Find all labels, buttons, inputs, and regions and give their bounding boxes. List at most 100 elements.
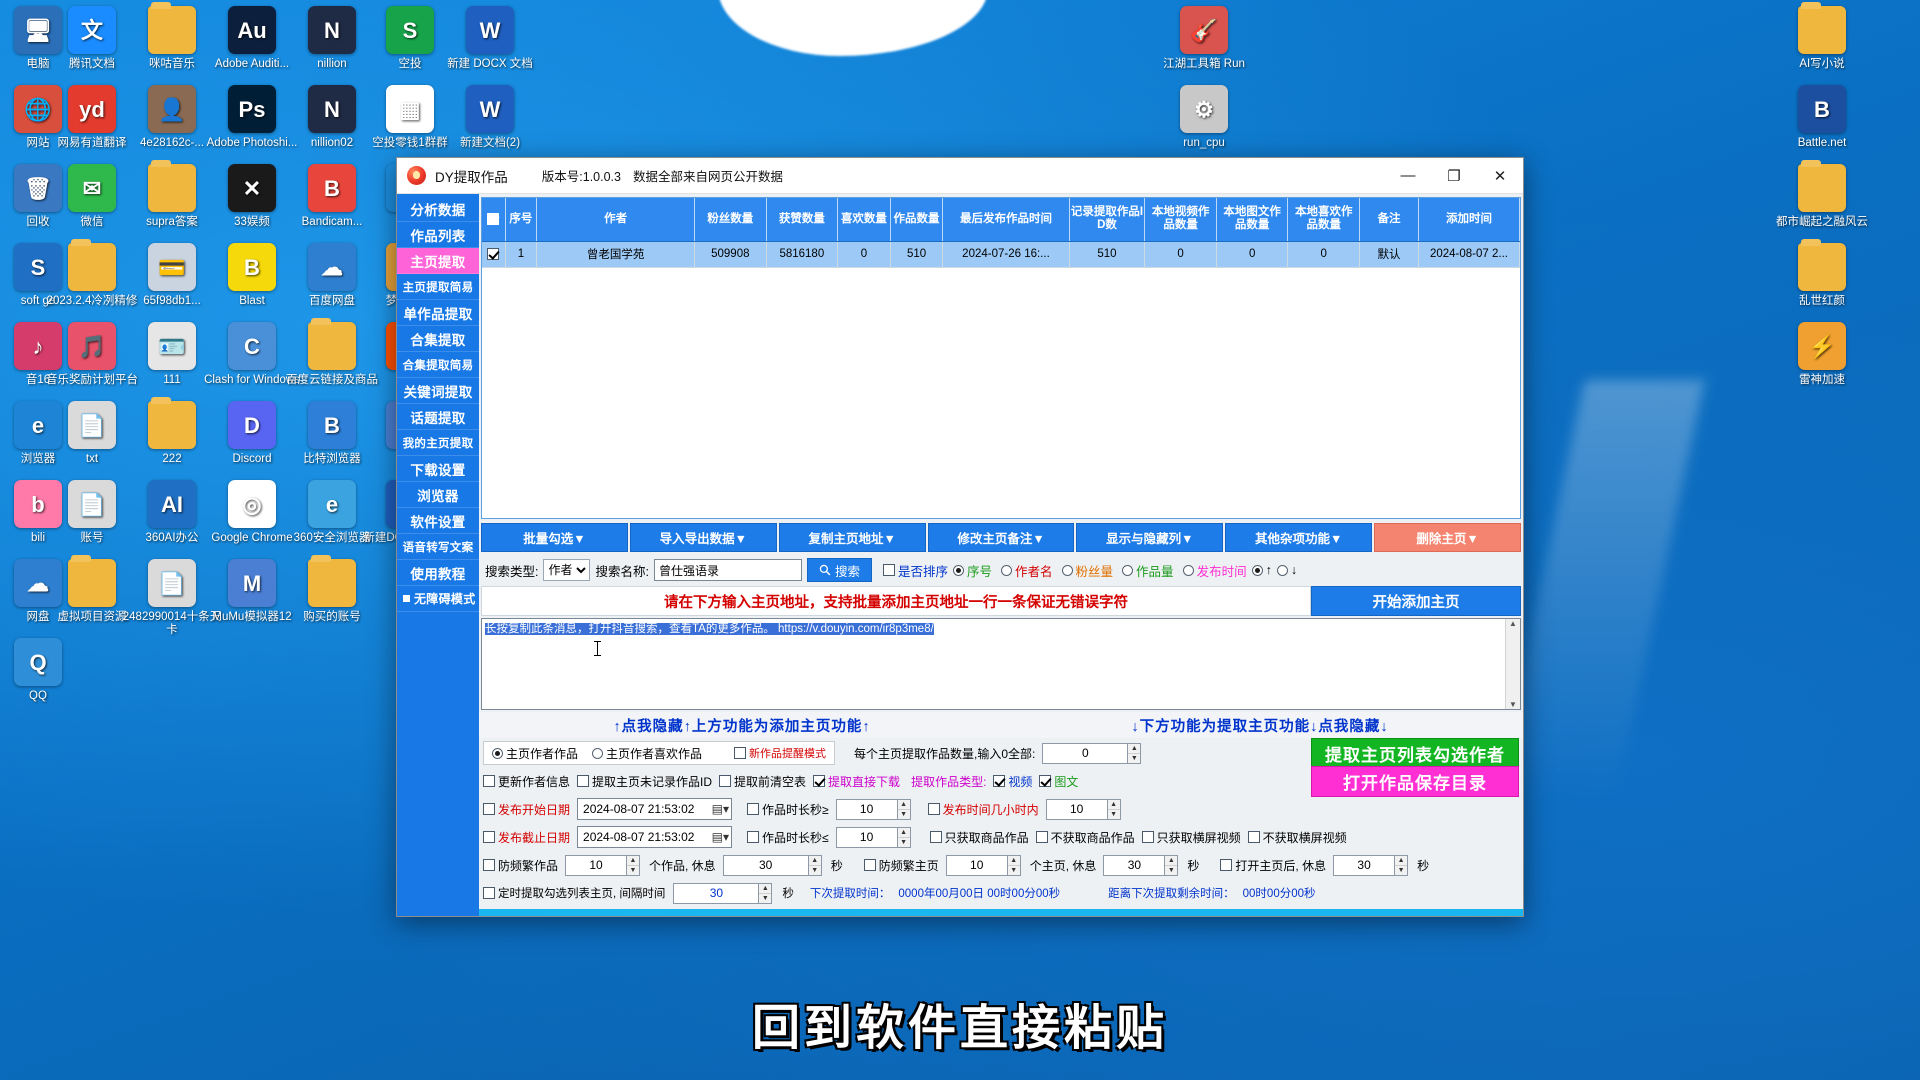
timed-extract-stepper[interactable]: 30 ▲ ▼ — [673, 882, 773, 904]
type-video-checkbox[interactable]: 视频 — [993, 773, 1032, 790]
sidebar-item-9[interactable]: 我的主页提取 — [397, 430, 479, 456]
sort-option-0[interactable]: 序号 — [953, 561, 992, 580]
update-author-info-checkbox[interactable]: 更新作者信息 — [483, 773, 570, 790]
maximize-button[interactable]: ❐ — [1431, 158, 1477, 193]
desktop-icon[interactable]: Q QQ — [0, 638, 90, 703]
desktop-icon[interactable]: 乱世红颜 — [1770, 239, 1874, 308]
minimize-button[interactable]: — — [1385, 158, 1431, 193]
scroll-down-icon[interactable]: ▼ — [1509, 700, 1517, 709]
extract-direct-download-checkbox[interactable]: 提取直接下载 — [813, 773, 900, 790]
toolbar-button-6[interactable]: 删除主页▼ — [1374, 523, 1522, 552]
anti-freq-works-rest-stepper[interactable]: 30 ▲ ▼ — [722, 854, 822, 876]
duration-lte-stepper[interactable]: 10 ▲ ▼ — [835, 826, 911, 848]
sidebar-item-15[interactable]: 无障碍模式 — [397, 586, 479, 612]
scroll-up-icon[interactable]: ▲ — [1509, 619, 1517, 628]
table-header-13[interactable]: 添加时间 — [1418, 198, 1520, 242]
toolbar-button-3[interactable]: 修改主页备注▼ — [927, 523, 1075, 552]
spinner-icon[interactable]: ▲ ▼ — [896, 826, 911, 848]
mode-author-likes-radio[interactable]: 主页作者喜欢作品 — [592, 745, 702, 762]
no-goods-checkbox[interactable]: 不获取商品作品 — [1035, 829, 1135, 846]
table-header-8[interactable]: 记录提取作品ID数 — [1069, 198, 1146, 242]
toolbar-button-2[interactable]: 复制主页地址▼ — [778, 523, 926, 552]
search-button[interactable]: 搜索 — [806, 558, 872, 582]
table-header-9[interactable]: 本地视频作品数量 — [1144, 198, 1217, 242]
per-home-count-value[interactable]: 0 ▲ ▼ — [1042, 742, 1142, 764]
sidebar-item-4[interactable]: 单作品提取 — [397, 300, 479, 326]
anti-freq-homes-count[interactable]: 10 ▲ ▼ — [945, 854, 1021, 876]
desktop-icon[interactable]: ⚡ 雷神加速 — [1770, 322, 1874, 387]
sidebar-item-2[interactable]: 主页提取 — [397, 248, 479, 274]
sort-enable-checkbox[interactable]: 是否排序 — [882, 561, 948, 580]
only-landscape-checkbox[interactable]: 只获取横屏视频 — [1141, 829, 1241, 846]
textarea-scrollbar[interactable]: ▲ ▼ — [1505, 619, 1520, 709]
sidebar-item-6[interactable]: 合集提取简易 — [397, 352, 479, 378]
duration-gte-stepper[interactable]: 10 ▲ ▼ — [835, 798, 911, 820]
spinner-icon[interactable]: ▲ ▼ — [758, 882, 773, 904]
anti-freq-homes-rest[interactable]: 30 ▲ ▼ — [1103, 854, 1179, 876]
table-header-12[interactable]: 备注 — [1359, 198, 1419, 242]
calendar-icon[interactable]: ▤▾ — [712, 802, 729, 816]
extract-unrecorded-id-checkbox[interactable]: 提取主页未记录作品ID — [577, 773, 712, 790]
sidebar-item-0[interactable]: 分析数据 — [397, 196, 479, 222]
search-name-input[interactable] — [653, 559, 802, 581]
search-type-select[interactable]: 作者 — [543, 559, 591, 581]
spinner-icon[interactable]: ▲ ▼ — [1127, 742, 1142, 764]
sidebar-item-8[interactable]: 话题提取 — [397, 404, 479, 430]
type-image-text-checkbox[interactable]: 图文 — [1039, 773, 1078, 790]
after-open-home-checkbox[interactable]: 打开主页后, 休息 — [1220, 857, 1326, 874]
duration-lte-value[interactable]: 10 ▲ ▼ — [835, 826, 911, 848]
spinner-icon[interactable]: ▲ ▼ — [1106, 798, 1121, 820]
table-header-1[interactable]: 序号 — [505, 198, 538, 242]
desktop-icon[interactable]: 🎸 江湖工具箱 Run — [1152, 6, 1256, 71]
end-date-picker[interactable]: 2024-08-07 21:53:02 ▤▾ — [577, 826, 733, 848]
sort-asc-radio[interactable]: ↑ — [1251, 563, 1272, 577]
sidebar-item-10[interactable]: 下载设置 — [397, 456, 479, 482]
hours-within-checkbox[interactable]: 发布时间几小时内 — [927, 801, 1039, 818]
spinner-icon[interactable]: ▲ ▼ — [626, 854, 641, 876]
spinner-icon[interactable]: ▲ ▼ — [807, 854, 822, 876]
hide-lower-section-toggle[interactable]: ↓下方功能为提取主页功能↓点我隐藏↓ — [1001, 715, 1519, 736]
desktop-icon[interactable]: 都市崛起之融风云 — [1770, 160, 1874, 229]
table-header-11[interactable]: 本地喜欢作品数量 — [1287, 198, 1360, 242]
clear-before-extract-checkbox[interactable]: 提取前清空表 — [719, 773, 806, 790]
hours-within-value[interactable]: 10 ▲ ▼ — [1045, 798, 1121, 820]
row-select-cell[interactable] — [482, 241, 506, 268]
table-header-7[interactable]: 最后发布作品时间 — [942, 198, 1070, 242]
sort-option-2[interactable]: 粉丝量 — [1061, 561, 1113, 580]
start-date-checkbox[interactable]: 发布开始日期 — [483, 801, 570, 818]
table-row[interactable]: 1 曾老国学苑 509908 5816180 0 510 2024-07-26 16:...… — [482, 241, 1520, 268]
duration-lte-checkbox[interactable]: 作品时长秒≤ — [747, 829, 829, 846]
anti-freq-homes-checkbox[interactable]: 防频繁主页 — [863, 857, 939, 874]
table-header-4[interactable]: 获赞数量 — [766, 198, 839, 242]
start-date-picker[interactable]: 2024-08-07 21:53:02 ▤▾ — [577, 798, 733, 820]
after-open-home-rest[interactable]: 30 ▲ ▼ — [1333, 854, 1409, 876]
desktop-icon[interactable]: ⚙ run_cpu — [1152, 85, 1256, 150]
sidebar-item-3[interactable]: 主页提取简易 — [397, 274, 479, 300]
anti-freq-homes-count-stepper[interactable]: 10 ▲ ▼ — [945, 854, 1021, 876]
spinner-icon[interactable]: ▲ ▼ — [1006, 854, 1021, 876]
open-save-dir-button[interactable]: 打开作品保存目录 — [1311, 765, 1519, 797]
sidebar-item-1[interactable]: 作品列表 — [397, 222, 479, 248]
spinner-icon[interactable]: ▲ ▼ — [1164, 854, 1179, 876]
desktop-icon[interactable]: B Battle.net — [1770, 85, 1874, 150]
anti-freq-works-rest[interactable]: 30 ▲ ▼ — [722, 854, 822, 876]
new-work-remind-checkbox[interactable]: 新作品提醒模式 — [734, 745, 826, 761]
calendar-icon[interactable]: ▤▾ — [712, 830, 729, 844]
sort-desc-radio[interactable]: ↓ — [1276, 563, 1297, 577]
sort-option-1[interactable]: 作者名 — [1001, 561, 1053, 580]
sidebar-item-12[interactable]: 软件设置 — [397, 508, 479, 534]
timed-extract-value[interactable]: 30 ▲ ▼ — [673, 882, 773, 904]
after-open-home-stepper[interactable]: 30 ▲ ▼ — [1333, 854, 1409, 876]
desktop-icon[interactable]: W 新建文档(2) — [438, 85, 542, 150]
duration-gte-value[interactable]: 10 ▲ ▼ — [835, 798, 911, 820]
anti-freq-homes-rest-stepper[interactable]: 30 ▲ ▼ — [1103, 854, 1179, 876]
start-add-home-button[interactable]: 开始添加主页 — [1311, 586, 1521, 616]
extract-selected-authors-button[interactable]: 提取主页列表勾选作者 — [1311, 737, 1519, 769]
table-header-10[interactable]: 本地图文作品数量 — [1216, 198, 1289, 242]
duration-gte-checkbox[interactable]: 作品时长秒≥ — [747, 801, 829, 818]
toolbar-button-0[interactable]: 批量勾选▼ — [481, 523, 628, 552]
mode-author-works-radio[interactable]: 主页作者作品 — [492, 745, 578, 762]
sidebar-item-14[interactable]: 使用教程 — [397, 560, 479, 586]
hide-upper-section-toggle[interactable]: ↑点我隐藏↑上方功能为添加主页功能↑ — [483, 715, 1001, 736]
sort-option-3[interactable]: 作品量 — [1122, 561, 1174, 580]
